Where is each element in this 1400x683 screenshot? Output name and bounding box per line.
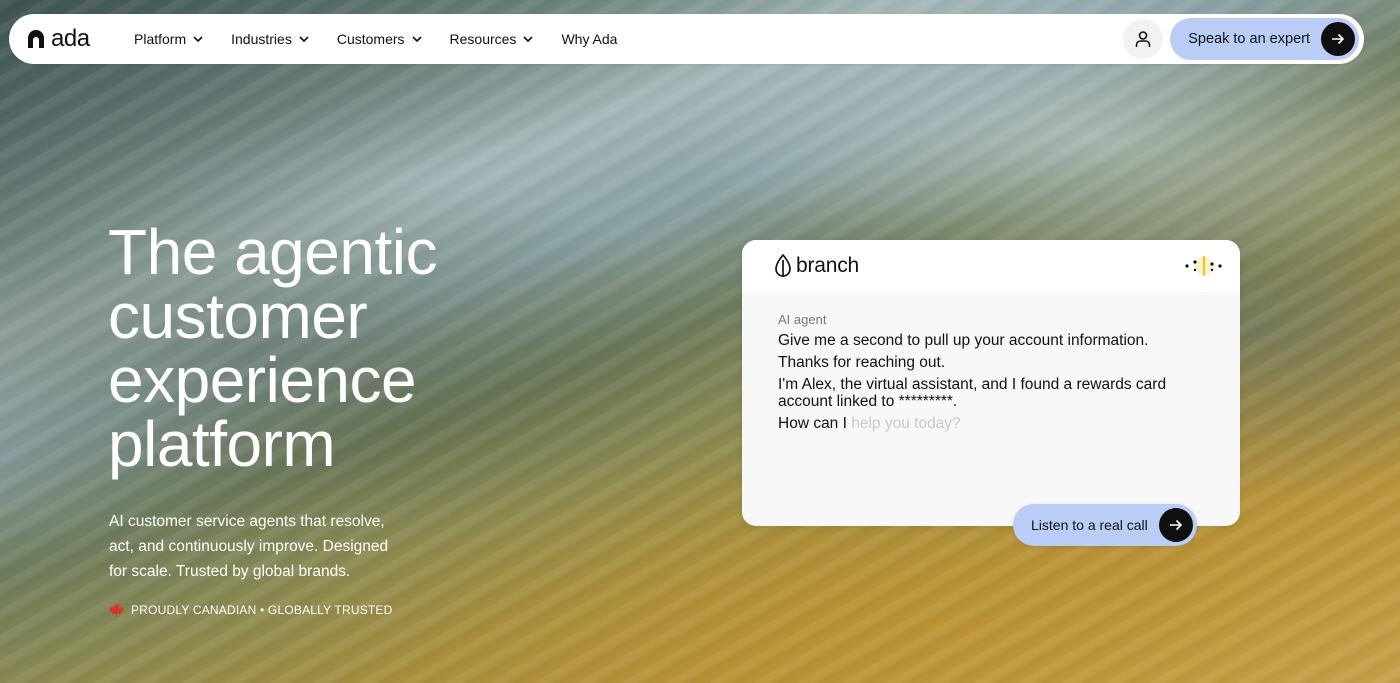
hero-title-line: platform — [108, 408, 336, 480]
chat-message: Thanks for reaching out. — [778, 354, 946, 371]
chat-message: I'm Alex, the virtual assistant, and I f… — [778, 376, 1167, 410]
voice-dots-icon — [1185, 256, 1222, 276]
ada-logo[interactable]: ada — [26, 25, 134, 53]
nav-item-platform[interactable]: Platform — [134, 31, 203, 47]
hero-subtitle-line: for scale. Trusted by global brands. — [109, 563, 351, 580]
chat-message-typing: How can I help you today? — [778, 415, 1204, 432]
chevron-down-icon — [523, 36, 534, 42]
arrow-right-icon — [1169, 519, 1182, 531]
hero-subtitle-line: AI customer service agents that resolve, — [109, 513, 385, 530]
chat-transcript: AI agent Give me a second to pull up you… — [742, 292, 1240, 432]
hero-title-line: customer — [108, 280, 368, 352]
cta-label: Speak to an expert — [1188, 31, 1310, 47]
agent-label: AI agent — [778, 312, 827, 327]
nav-item-label: Industries — [231, 31, 292, 47]
nav-item-industries[interactable]: Industries — [231, 31, 309, 47]
arrow-circle — [1321, 22, 1355, 56]
nav-item-label: Why Ada — [561, 31, 618, 47]
speak-to-expert-button[interactable]: Speak to an expert — [1170, 18, 1359, 60]
user-icon — [1135, 31, 1151, 47]
hero-title-line: experience — [108, 344, 417, 416]
nav-item-label: Resources — [449, 31, 517, 47]
nav-item-label: Platform — [134, 31, 187, 47]
arrow-circle — [1158, 508, 1193, 542]
nav-item-customers[interactable]: Customers — [337, 31, 422, 47]
listen-label: Listen to a real call — [1031, 517, 1148, 533]
typed-text: How can I — [778, 415, 847, 432]
ada-logo-icon — [28, 30, 44, 48]
trust-badge: PROUDLY CANADIAN • GLOBALLY TRUSTED — [109, 603, 393, 617]
maple-leaf-icon — [109, 603, 124, 617]
arrow-right-icon — [1332, 33, 1345, 45]
listen-to-call-button[interactable]: Listen to a real call — [1013, 504, 1197, 546]
chevron-down-icon — [299, 36, 309, 42]
nav-item-why-ada[interactable]: Why Ada — [561, 31, 617, 47]
main-menu: Platform Industries Customers Resources … — [134, 31, 645, 47]
chevron-down-icon — [411, 36, 422, 42]
chat-message: Give me a second to pull up your account… — [778, 332, 1149, 349]
account-button[interactable] — [1123, 19, 1164, 59]
hero-subtitle-line: act, and continuously improve. Designed — [109, 538, 389, 555]
nav-item-label: Customers — [336, 31, 405, 47]
card-header: branch — [742, 240, 1240, 292]
nav-actions: Speak to an expert — [1123, 18, 1359, 60]
leaf-logo-icon — [775, 254, 791, 277]
hero-subtitle: AI customer service agents that resolve,… — [109, 509, 429, 584]
nav-item-resources[interactable]: Resources — [450, 31, 534, 47]
top-nav: ada Platform Industries Customers Resour… — [9, 14, 1364, 64]
chevron-down-icon — [193, 36, 203, 42]
pending-text: help you today? — [846, 415, 961, 432]
hero-title: The agentic customer experience platform — [108, 220, 528, 476]
badge-text: PROUDLY CANADIAN • GLOBALLY TRUSTED — [131, 603, 393, 617]
brand-name: branch — [796, 254, 860, 277]
chat-demo-card: branch AI agent Give me a second to pull… — [742, 240, 1240, 526]
logo-text: ada — [51, 25, 90, 52]
hero-title-line: The agentic — [108, 216, 437, 288]
